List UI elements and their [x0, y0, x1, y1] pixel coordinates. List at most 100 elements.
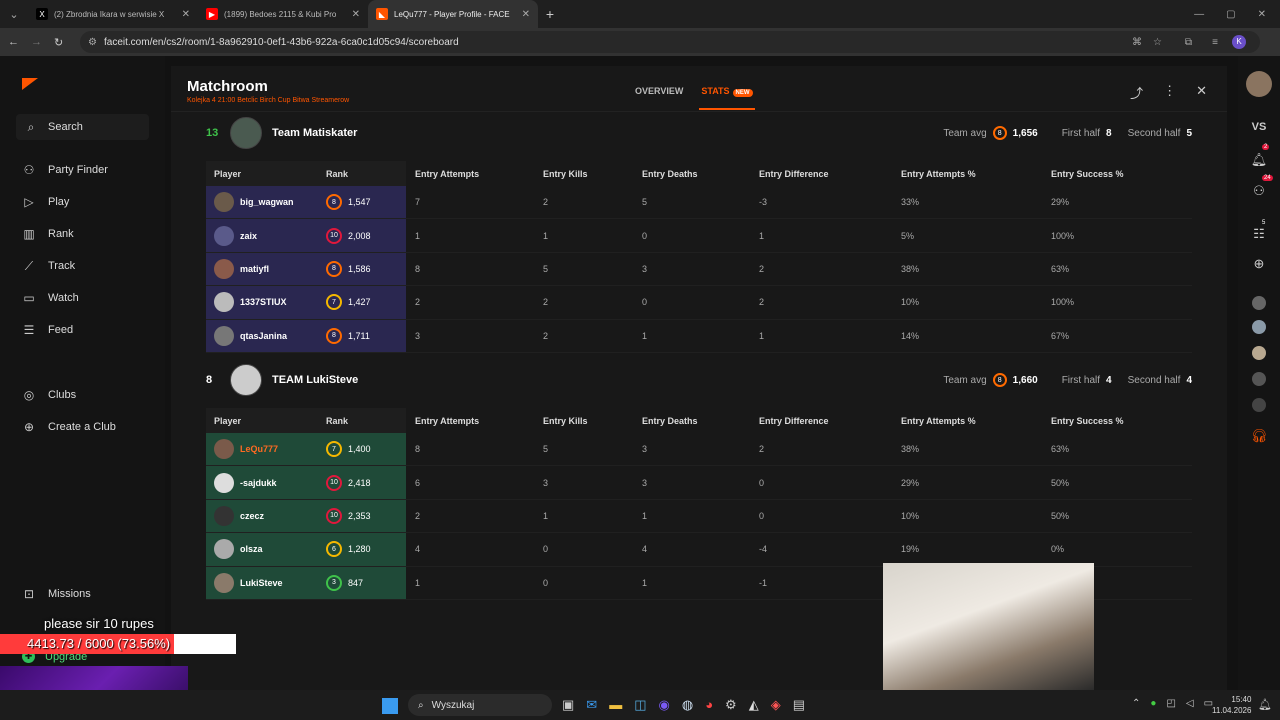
- column-header[interactable]: Entry Kills: [543, 169, 642, 179]
- reload-icon[interactable]: ↻: [54, 36, 63, 49]
- column-header[interactable]: Entry Attempts %: [901, 169, 1051, 179]
- player-avatar[interactable]: [214, 472, 234, 493]
- team-avatar[interactable]: [230, 364, 262, 396]
- player-name[interactable]: qtasJanina: [240, 331, 287, 341]
- close-tab-icon[interactable]: ✕: [522, 9, 530, 20]
- sidebar-item-party-finder[interactable]: ⚇ Party Finder: [0, 154, 165, 186]
- player-name[interactable]: olsza: [240, 544, 263, 554]
- match-subtitle[interactable]: Kolejka 4 21:00 Betclic Birch Cup Bitwa …: [187, 97, 349, 104]
- table-row[interactable]: -sajdukk 10 2,418 6 3 3 0 29% 50%: [206, 466, 1192, 500]
- vs-button[interactable]: VS: [1238, 121, 1280, 133]
- friend-avatar[interactable]: [1238, 346, 1280, 363]
- search-button[interactable]: ⌕ Search: [16, 114, 149, 140]
- settings-icon[interactable]: ⚙: [725, 697, 737, 713]
- table-row[interactable]: 1337STIUX 7 1,427 2 2 0 2 10% 100%: [206, 286, 1192, 320]
- column-header[interactable]: Entry Attempts %: [901, 416, 1051, 426]
- sidebar-item-rank[interactable]: ▥ Rank: [0, 218, 165, 250]
- clock[interactable]: 15:40 11.04.2026: [1212, 694, 1251, 716]
- tab-list-chevron-icon[interactable]: ⌄: [0, 8, 28, 21]
- friend-avatar[interactable]: [1238, 398, 1280, 415]
- url-field[interactable]: ⚙ faceit.com/en/cs2/room/1-8a962910-0ef1…: [80, 31, 1260, 53]
- friend-avatar[interactable]: [1238, 320, 1280, 337]
- faceit-logo-icon[interactable]: [22, 78, 38, 90]
- friend-avatar[interactable]: [1238, 296, 1280, 313]
- player-avatar[interactable]: [214, 192, 234, 213]
- column-header[interactable]: Entry Difference: [759, 416, 901, 426]
- volume-icon[interactable]: ◁: [1186, 698, 1194, 709]
- column-header[interactable]: Entry Deaths: [642, 169, 759, 179]
- sidebar-item-play[interactable]: ▷ Play: [0, 186, 165, 218]
- player-name[interactable]: matiyfl: [240, 264, 269, 274]
- browser-tab[interactable]: ▶ (1899) Bedoes 2115 & Kubi Pro ✕: [198, 0, 368, 28]
- table-row[interactable]: qtasJanina 8 1,711 3 2 1 1 14% 67%: [206, 319, 1192, 353]
- sidebar-item-missions[interactable]: ⊡ Missions: [0, 578, 165, 610]
- team-name[interactable]: Team Matiskater: [272, 127, 357, 139]
- column-header[interactable]: Entry Difference: [759, 169, 901, 179]
- table-row[interactable]: zaix 10 2,008 1 1 0 1 5% 100%: [206, 219, 1192, 253]
- player-name[interactable]: LukiSteve: [240, 578, 283, 588]
- user-avatar[interactable]: [1238, 71, 1280, 100]
- browser-tab-active[interactable]: ◣ LeQu777 - Player Profile - FACE ✕: [368, 0, 538, 28]
- forward-icon[interactable]: →: [31, 36, 42, 48]
- chrome-icon[interactable]: ◕: [705, 697, 713, 713]
- column-header[interactable]: Entry Kills: [543, 416, 642, 426]
- column-header[interactable]: Entry Attempts: [406, 416, 543, 426]
- app-icon[interactable]: ◭: [749, 697, 759, 713]
- table-row[interactable]: olsza 6 1,280 4 0 4 -4 19% 0%: [206, 533, 1192, 567]
- player-avatar[interactable]: [214, 539, 234, 560]
- headset-icon[interactable]: 🎧︎: [1238, 428, 1280, 444]
- close-tab-icon[interactable]: ✕: [352, 9, 360, 20]
- team-name[interactable]: TEAM LukiSteve: [272, 374, 358, 386]
- discord-icon[interactable]: ◉: [659, 697, 670, 713]
- player-name[interactable]: -sajdukk: [240, 478, 277, 488]
- store-icon[interactable]: ◫: [634, 697, 646, 713]
- maximize-icon[interactable]: ▢: [1226, 9, 1235, 20]
- player-avatar[interactable]: [214, 439, 234, 460]
- player-avatar[interactable]: [214, 572, 234, 593]
- window-close-icon[interactable]: ✕: [1258, 9, 1266, 20]
- taskbar-search[interactable]: ⌕ Wyszukaj: [408, 694, 552, 716]
- bookmark-star-icon[interactable]: ☆: [1153, 37, 1162, 48]
- player-avatar[interactable]: [214, 292, 234, 313]
- shield-icon[interactable]: ◈: [771, 697, 781, 713]
- site-info-icon[interactable]: ⚙: [88, 37, 97, 48]
- tab-overview[interactable]: OVERVIEW: [635, 86, 683, 96]
- minimize-icon[interactable]: —: [1194, 9, 1204, 20]
- add-icon[interactable]: ⊕: [1238, 256, 1280, 272]
- player-avatar[interactable]: [214, 225, 234, 246]
- player-name[interactable]: big_wagwan: [240, 197, 294, 207]
- network-icon[interactable]: ◰: [1166, 698, 1175, 709]
- sidebar-item-feed[interactable]: ☰ Feed: [0, 314, 165, 346]
- friend-avatar[interactable]: [1238, 372, 1280, 389]
- close-icon[interactable]: ✕: [1196, 83, 1207, 102]
- sidebar-item-clubs[interactable]: ◎ Clubs: [0, 379, 165, 411]
- extensions-icon[interactable]: ⧉: [1185, 37, 1192, 48]
- player-name[interactable]: czecz: [240, 511, 264, 521]
- friends-icon[interactable]: ⚇ 24: [1238, 175, 1280, 199]
- table-row[interactable]: LeQu777 7 1,400 8 5 3 2 38% 63%: [206, 433, 1192, 467]
- more-options-icon[interactable]: ⋮: [1163, 83, 1176, 102]
- column-header[interactable]: Entry Success %: [1051, 169, 1192, 179]
- sidebar-item-track[interactable]: ⟋ Track: [0, 250, 165, 282]
- media-icon[interactable]: ≡: [1212, 37, 1218, 48]
- column-header[interactable]: Entry Success %: [1051, 416, 1192, 426]
- bell-icon[interactable]: 🔔︎ 2: [1238, 144, 1280, 168]
- player-avatar[interactable]: [214, 258, 234, 279]
- column-header[interactable]: Entry Deaths: [642, 416, 759, 426]
- new-tab-button[interactable]: +: [538, 6, 562, 22]
- microphone-icon[interactable]: ●: [1150, 698, 1156, 709]
- steam-icon[interactable]: ◍: [682, 697, 693, 713]
- folder-icon[interactable]: ▬: [609, 697, 622, 713]
- task-view-icon[interactable]: ▣: [562, 697, 574, 713]
- notification-icon[interactable]: 🔔︎: [1258, 698, 1272, 711]
- party-icon[interactable]: ☷ 5: [1238, 220, 1280, 242]
- table-row[interactable]: big_wagwan 8 1,547 7 2 5 -3 33% 29%: [206, 186, 1192, 220]
- mail-icon[interactable]: ✉: [586, 697, 597, 713]
- sidebar-item-watch[interactable]: ▭ Watch: [0, 282, 165, 314]
- player-name[interactable]: 1337STIUX: [240, 297, 287, 307]
- table-row[interactable]: czecz 10 2,353 2 1 1 0 10% 50%: [206, 499, 1192, 534]
- translate-icon[interactable]: ⌘: [1132, 37, 1142, 48]
- sidebar-item-create-club[interactable]: ⊕ Create a Club: [0, 411, 165, 443]
- browser-tab[interactable]: X (2) Zbrodnia Ikara w serwisie X ✕: [28, 0, 198, 28]
- player-avatar[interactable]: [214, 505, 234, 526]
